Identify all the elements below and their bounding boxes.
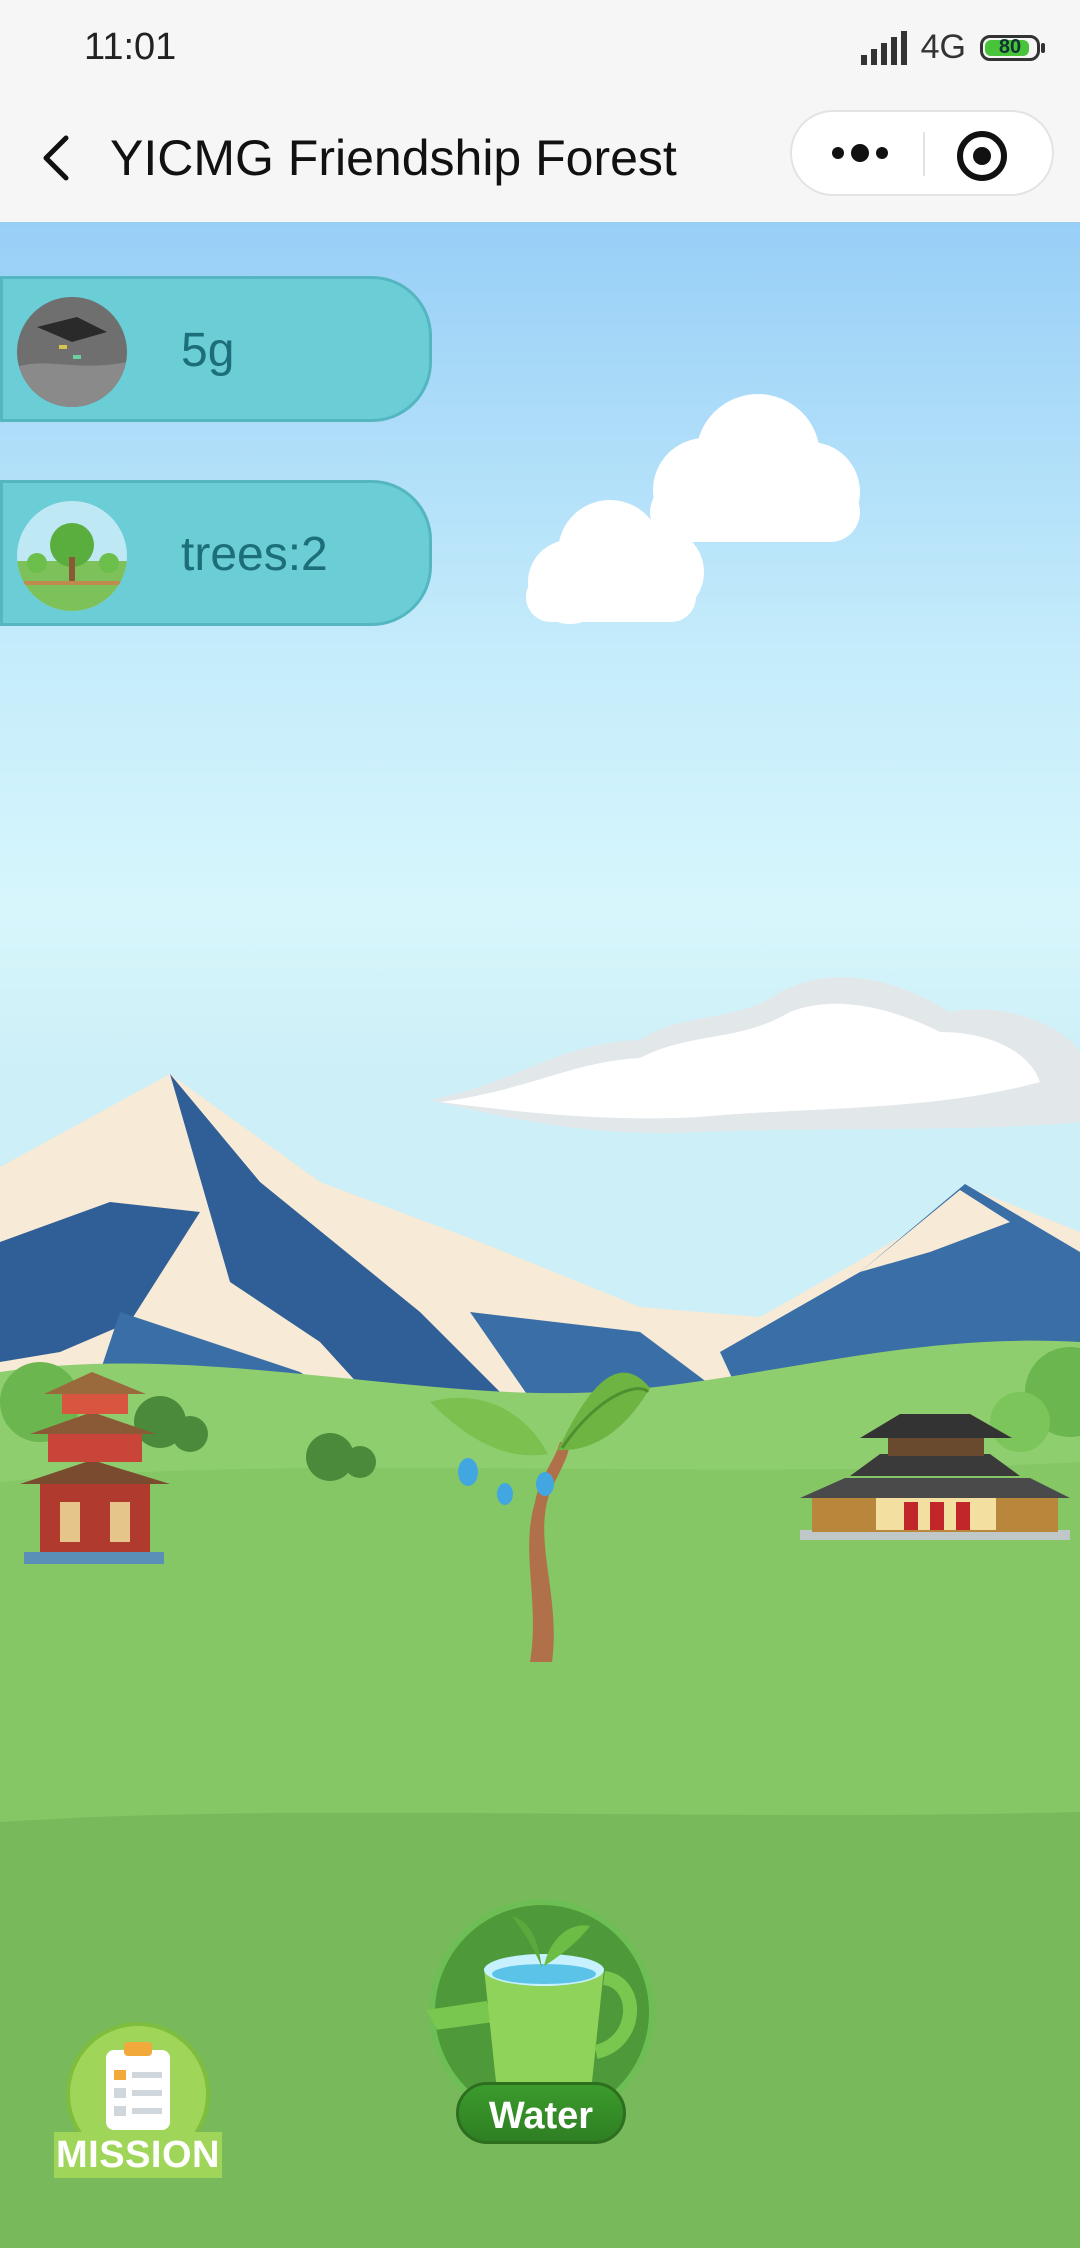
title-bar: YICMG Friendship Forest — [0, 98, 1080, 222]
mini-program-capsule — [790, 110, 1054, 196]
water-button-label: Water — [456, 2082, 626, 2144]
target-icon[interactable] — [952, 126, 1012, 186]
battery-level: 80 — [998, 36, 1022, 58]
water-weight-pill: 5g — [0, 276, 432, 422]
forest-thumbnail — [17, 501, 127, 611]
status-indicators: 4G 80 — [860, 28, 1045, 67]
mission-button-label: MISSION — [54, 2132, 222, 2178]
capsule-divider — [923, 132, 925, 176]
mission-button[interactable]: MISSION — [54, 2020, 222, 2178]
water-weight-value: 5g — [181, 324, 235, 377]
status-time: 11:01 — [84, 26, 177, 68]
network-type: 4G — [920, 28, 966, 66]
signal-icon — [860, 30, 907, 65]
more-icon[interactable] — [822, 112, 902, 194]
cloud-upper — [526, 394, 860, 624]
user-avatar — [17, 297, 127, 407]
tree-count-value: trees:2 — [181, 528, 328, 581]
battery-icon: 80 — [980, 34, 1045, 61]
cloud-lower — [430, 977, 1080, 1133]
page-title: YICMG Friendship Forest — [110, 130, 677, 186]
forest-scene: 5g trees:2 Water MISSION — [0, 222, 1080, 2248]
tree-count-pill: trees:2 — [0, 480, 432, 626]
status-bar: 11:01 4G 80 — [0, 0, 1080, 98]
back-icon[interactable] — [34, 128, 84, 188]
water-button[interactable]: Water — [420, 1882, 664, 2152]
